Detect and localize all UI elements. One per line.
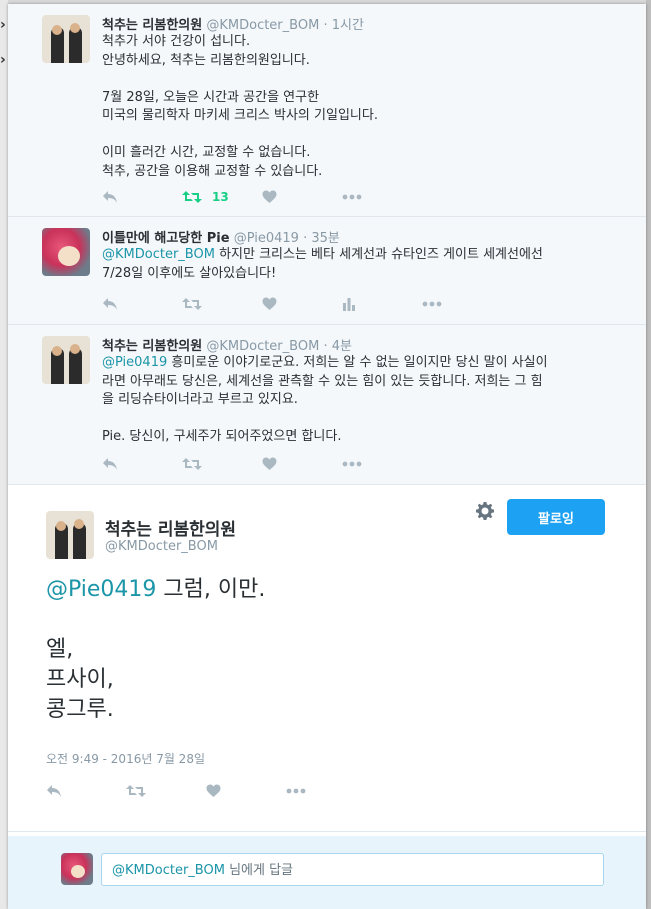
retweet-icon xyxy=(182,191,202,203)
like-button[interactable] xyxy=(262,457,342,471)
analytics-icon xyxy=(343,298,355,311)
like-button[interactable] xyxy=(262,190,342,204)
tweet-text: @Pie0419 그럼, 이만. 엘, 프사이, 콩그루. xyxy=(46,575,265,725)
like-icon xyxy=(262,297,277,310)
more-icon xyxy=(286,788,306,794)
mention-link[interactable]: @Pie0419 xyxy=(46,577,156,602)
following-button[interactable]: 팔로잉 xyxy=(507,499,605,535)
tweet-modal: 척추는 리봄한의원 @KMDocter_BOM · 1시간 척추가 서야 건강이… xyxy=(8,4,646,909)
timestamp[interactable]: 1시간 xyxy=(332,18,364,33)
reply-icon xyxy=(103,191,117,203)
reply-input[interactable]: @KMDocter_BOM 님에게 답글 xyxy=(101,853,604,886)
chevron-right-icon: › xyxy=(0,52,6,68)
tweet-actions xyxy=(46,781,366,801)
conversation-tweet[interactable]: 이틀만에 해고당한 Pie @Pie0419 · 35분 @KMDocter_B… xyxy=(8,217,646,325)
reply-placeholder: 님에게 답글 xyxy=(224,863,294,878)
username[interactable]: @KMDocter_BOM xyxy=(206,18,319,33)
avatar[interactable] xyxy=(42,15,90,63)
tweet-actions: 13 xyxy=(102,187,422,207)
tweet-header: 이틀만에 해고당한 Pie @Pie0419 · 35분 xyxy=(102,227,340,246)
reply-button[interactable] xyxy=(102,190,182,204)
more-icon xyxy=(342,194,362,200)
reply-button[interactable] xyxy=(102,297,182,311)
chevron-right-icon: › xyxy=(0,17,6,33)
avatar[interactable] xyxy=(42,336,90,384)
display-name[interactable]: 척추는 리봄한의원 xyxy=(102,339,202,354)
more-button[interactable] xyxy=(286,788,366,794)
conversation-ancestors: 척추는 리봄한의원 @KMDocter_BOM · 1시간 척추가 서야 건강이… xyxy=(8,4,646,485)
separator: · xyxy=(323,339,328,354)
tweet-header: 척추는 리봄한의원 @KMDocter_BOM · 4분 xyxy=(102,335,352,354)
like-icon xyxy=(262,457,277,470)
separator: · xyxy=(323,18,328,33)
tweet-header: 척추는 리봄한의원 @KMDocter_BOM · 1시간 xyxy=(102,14,364,33)
retweet-button[interactable] xyxy=(126,784,206,798)
like-button[interactable] xyxy=(262,297,342,311)
more-button[interactable] xyxy=(422,301,502,307)
analytics-button[interactable] xyxy=(342,297,422,311)
retweet-button[interactable] xyxy=(182,297,262,311)
reply-icon xyxy=(103,458,117,470)
reply-mention: @KMDocter_BOM xyxy=(112,863,225,878)
more-button[interactable] xyxy=(342,461,422,467)
retweet-count: 13 xyxy=(212,190,229,204)
avatar xyxy=(61,853,93,885)
like-button[interactable] xyxy=(206,784,286,798)
username[interactable]: @Pie0419 xyxy=(234,231,299,246)
reply-button[interactable] xyxy=(102,457,182,471)
more-button[interactable] xyxy=(342,194,422,200)
reply-composer: @KMDocter_BOM 님에게 답글 xyxy=(8,836,646,909)
mention-link[interactable]: @KMDocter_BOM xyxy=(102,247,215,262)
reply-icon xyxy=(47,785,61,797)
permalink-tweet: 척추는 리봄한의원 @KMDocter_BOM 팔로잉 @Pie0419 그럼,… xyxy=(8,485,646,832)
more-icon xyxy=(342,461,362,467)
timestamp[interactable]: 35분 xyxy=(311,231,340,246)
tweet-text: @Pie0419 흥미로운 이야기로군요. 저희는 알 수 없는 일이지만 당신… xyxy=(102,354,622,447)
conversation-tweet[interactable]: 척추는 리봄한의원 @KMDocter_BOM · 4분 @Pie0419 흥미… xyxy=(8,325,646,485)
tweet-text: @KMDocter_BOM 하지만 크리스는 베타 세계선과 슈타인즈 게이트 … xyxy=(102,246,622,283)
avatar[interactable] xyxy=(42,228,90,276)
tweet-text-rest: 흥미로운 이야기로군요. 저희는 알 수 없는 일이지만 당신 말이 사실이 라… xyxy=(102,355,548,444)
retweet-icon xyxy=(126,785,146,797)
tweet-actions xyxy=(102,294,502,314)
retweet-icon xyxy=(182,458,202,470)
username[interactable]: @KMDocter_BOM xyxy=(105,539,218,554)
tweet-text: 척추가 서야 건강이 섭니다. 안녕하세요, 척추는 리봄한의원입니다. 7월 … xyxy=(102,34,378,179)
settings-button[interactable] xyxy=(475,501,495,526)
tweet-actions xyxy=(102,454,422,474)
separator: · xyxy=(303,231,308,246)
like-icon xyxy=(206,784,221,797)
reply-icon xyxy=(103,298,117,310)
background-left-strip xyxy=(0,0,8,909)
display-name[interactable]: 이틀만에 해고당한 Pie xyxy=(102,231,230,246)
mention-link[interactable]: @Pie0419 xyxy=(102,355,167,370)
retweet-icon xyxy=(182,298,202,310)
background-right-strip xyxy=(646,0,651,909)
more-icon xyxy=(422,301,442,307)
reply-button[interactable] xyxy=(46,784,126,798)
tweet-timestamp[interactable]: 오전 9:49 - 2016년 7월 28일 xyxy=(46,750,205,767)
retweet-button[interactable] xyxy=(182,457,262,471)
conversation-tweet[interactable]: 척추는 리봄한의원 @KMDocter_BOM · 1시간 척추가 서야 건강이… xyxy=(8,4,646,217)
gear-icon xyxy=(476,502,494,520)
username[interactable]: @KMDocter_BOM xyxy=(206,339,319,354)
display-name[interactable]: 척추는 리봄한의원 xyxy=(105,515,236,540)
timestamp[interactable]: 4분 xyxy=(332,339,352,354)
avatar[interactable] xyxy=(46,511,94,559)
display-name[interactable]: 척추는 리봄한의원 xyxy=(102,18,202,33)
like-icon xyxy=(262,190,277,203)
retweet-button[interactable]: 13 xyxy=(182,190,262,204)
